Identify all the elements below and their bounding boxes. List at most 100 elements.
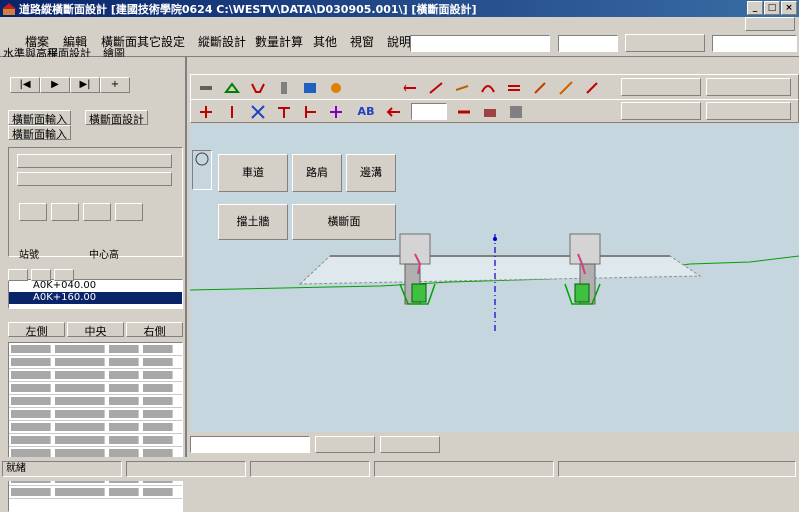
- ditch-tool[interactable]: [247, 77, 269, 98]
- table-cell[interactable]: [11, 345, 51, 353]
- table-cell[interactable]: [55, 436, 105, 444]
- offset-tool[interactable]: [503, 77, 525, 98]
- station-field[interactable]: [17, 154, 172, 168]
- back-tool[interactable]: [383, 101, 405, 122]
- sub-tab-input[interactable]: 橫斷面輸入: [8, 125, 71, 141]
- minimize-button[interactable]: _: [747, 1, 763, 15]
- table-cell[interactable]: [143, 488, 173, 496]
- restore-button[interactable]: [745, 17, 795, 31]
- table-cell[interactable]: [143, 410, 173, 418]
- cross-tool[interactable]: [247, 101, 269, 122]
- table-cell[interactable]: [55, 488, 105, 496]
- step-forward-button[interactable]: [83, 203, 111, 221]
- tab-right-side[interactable]: 右側: [126, 322, 183, 338]
- table-cell[interactable]: [143, 384, 173, 392]
- menu-profile-design[interactable]: 縱斷設計: [195, 32, 249, 51]
- ab-tool[interactable]: AB: [355, 101, 377, 122]
- list-item-selected[interactable]: A0K+160.00: [9, 292, 182, 304]
- table-cell[interactable]: [11, 358, 51, 366]
- table-cell[interactable]: [11, 410, 51, 418]
- curve-tool[interactable]: [477, 77, 499, 98]
- menu-other[interactable]: 其他: [310, 32, 340, 51]
- fill-tool[interactable]: [325, 77, 347, 98]
- add-point-tool[interactable]: [195, 101, 217, 122]
- table-cell[interactable]: [11, 371, 51, 379]
- play-button[interactable]: [51, 203, 79, 221]
- close-button[interactable]: ×: [781, 1, 797, 15]
- value-input[interactable]: [558, 35, 618, 52]
- coordinate-input[interactable]: [190, 436, 310, 453]
- table-cell[interactable]: [143, 358, 173, 366]
- table-row[interactable]: [9, 486, 182, 499]
- tab-cross-design[interactable]: 橫斷面設計: [85, 110, 148, 126]
- tee-tool[interactable]: [273, 101, 295, 122]
- palette-section-button[interactable]: 橫斷面: [292, 204, 396, 240]
- table-row[interactable]: [9, 369, 182, 382]
- table-cell[interactable]: [109, 423, 139, 431]
- table-cell[interactable]: [143, 397, 173, 405]
- table-cell[interactable]: [55, 358, 105, 366]
- shoulder-tool[interactable]: [221, 77, 243, 98]
- table-cell[interactable]: [55, 345, 105, 353]
- table-cell[interactable]: [109, 488, 139, 496]
- table-row[interactable]: [9, 434, 182, 447]
- list-prev-button[interactable]: [31, 269, 51, 281]
- table-row[interactable]: [9, 382, 182, 395]
- maximize-button[interactable]: □: [764, 1, 780, 15]
- list-next-button[interactable]: [54, 269, 74, 281]
- toolbar-apply-button[interactable]: [621, 102, 701, 120]
- vertical-tool[interactable]: [221, 101, 243, 122]
- table-cell[interactable]: [109, 384, 139, 392]
- refresh-button[interactable]: [115, 203, 143, 221]
- palette-shoulder-button[interactable]: 路肩: [292, 154, 342, 192]
- table-cell[interactable]: [109, 371, 139, 379]
- table-cell[interactable]: [11, 397, 51, 405]
- table-row[interactable]: [9, 408, 182, 421]
- table-row[interactable]: [9, 356, 182, 369]
- toolbar-settings-button[interactable]: [706, 78, 791, 96]
- tab-left-side[interactable]: 左側: [8, 322, 65, 338]
- zoom-tool[interactable]: [453, 101, 475, 122]
- table-cell[interactable]: [109, 345, 139, 353]
- command-input[interactable]: [410, 35, 550, 52]
- table-cell[interactable]: [143, 436, 173, 444]
- search-input[interactable]: [712, 35, 797, 52]
- list-first-button[interactable]: [8, 269, 28, 281]
- menu-window[interactable]: 視窗: [347, 32, 377, 51]
- table-cell[interactable]: [109, 358, 139, 366]
- table-cell[interactable]: [55, 384, 105, 392]
- pencil-tool[interactable]: [581, 77, 603, 98]
- palette-lane-button[interactable]: 車道: [218, 154, 288, 192]
- intersect-tool[interactable]: [325, 101, 347, 122]
- measure-tool[interactable]: [529, 77, 551, 98]
- table-cell[interactable]: [11, 488, 51, 496]
- palette-wall-button[interactable]: 擋土牆: [218, 204, 288, 240]
- toolbar-close-button[interactable]: [706, 102, 791, 120]
- table-cell[interactable]: [143, 423, 173, 431]
- table-cell[interactable]: [143, 371, 173, 379]
- print-tool[interactable]: [479, 101, 501, 122]
- elevation-field[interactable]: [17, 172, 172, 186]
- layer-tool[interactable]: [299, 77, 321, 98]
- table-cell[interactable]: [55, 410, 105, 418]
- option-button[interactable]: [625, 34, 705, 52]
- branch-tool[interactable]: [299, 101, 321, 122]
- dimension-tool[interactable]: [399, 77, 421, 98]
- table-cell[interactable]: [11, 436, 51, 444]
- save-tool[interactable]: [505, 101, 527, 122]
- table-cell[interactable]: [11, 384, 51, 392]
- tab-center[interactable]: 中央: [67, 322, 124, 338]
- menu-quantity[interactable]: 數量計算: [252, 32, 306, 51]
- table-cell[interactable]: [55, 397, 105, 405]
- table-cell[interactable]: [11, 423, 51, 431]
- nav-add-button[interactable]: +: [100, 77, 130, 93]
- line-tool[interactable]: [555, 77, 577, 98]
- nav-next-button[interactable]: ▶: [40, 77, 70, 93]
- step-back-button[interactable]: [19, 203, 47, 221]
- table-cell[interactable]: [109, 397, 139, 405]
- wall-tool[interactable]: [273, 77, 295, 98]
- slope-tool[interactable]: [425, 77, 447, 98]
- toolbar-option-button[interactable]: [621, 78, 701, 96]
- road-tool[interactable]: [195, 77, 217, 98]
- nav-last-button[interactable]: ▶|: [70, 77, 100, 93]
